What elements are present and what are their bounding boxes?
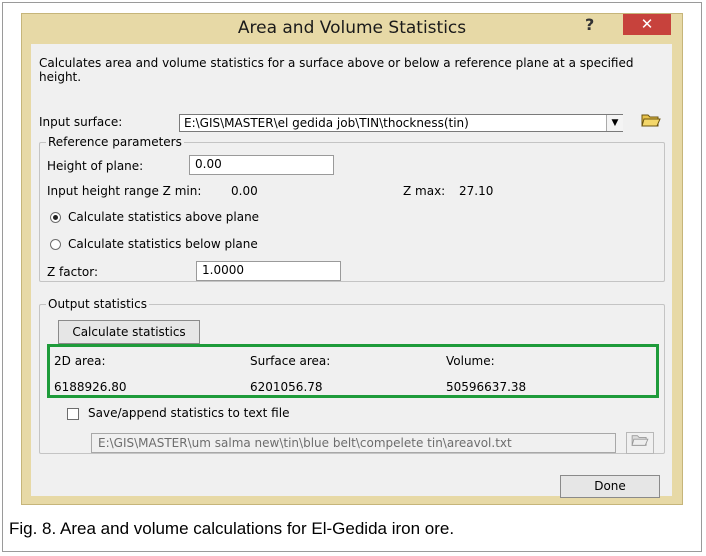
input-surface-value: E:\GIS\MASTER\el gedida job\TIN\thocknes… xyxy=(184,116,469,130)
folder-open-icon[interactable] xyxy=(640,112,662,132)
above-plane-label[interactable]: Calculate statistics above plane xyxy=(68,210,259,224)
z-factor-label: Z factor: xyxy=(47,265,99,279)
input-surface-dropdown[interactable]: E:\GIS\MASTER\el gedida job\TIN\thocknes… xyxy=(179,114,623,132)
dialog-body: Calculates area and volume statistics fo… xyxy=(31,44,672,498)
zmax-value: 27.10 xyxy=(459,184,494,198)
below-plane-label[interactable]: Calculate statistics below plane xyxy=(68,237,258,251)
height-of-plane-label: Height of plane: xyxy=(47,159,144,173)
z-factor-input[interactable]: 1.0000 xyxy=(196,261,341,281)
output-file-path-input[interactable]: E:\GIS\MASTER\um salma new\tin\blue belt… xyxy=(91,433,616,453)
close-button[interactable]: ✕ xyxy=(623,14,671,35)
reference-parameters-legend: Reference parameters xyxy=(46,135,184,149)
zmin-value: 0.00 xyxy=(231,184,258,198)
dialog-title: Area and Volume Statistics xyxy=(237,18,467,38)
folder-open-icon[interactable] xyxy=(626,432,654,454)
above-plane-radio[interactable] xyxy=(50,212,61,223)
zmax-label: Z max: xyxy=(403,184,446,198)
tool-description: Calculates area and volume statistics fo… xyxy=(39,56,634,84)
height-range-label: Input height range Z min: xyxy=(47,184,202,198)
calculate-statistics-button[interactable]: Calculate statistics xyxy=(58,320,200,344)
output-statistics-legend: Output statistics xyxy=(46,297,149,311)
below-plane-radio[interactable] xyxy=(50,239,61,250)
height-of-plane-input[interactable]: 0.00 xyxy=(189,155,334,175)
done-button[interactable]: Done xyxy=(560,475,660,498)
chevron-down-icon[interactable]: ▼ xyxy=(606,115,623,131)
save-statistics-label[interactable]: Save/append statistics to text file xyxy=(88,406,289,420)
help-button[interactable]: ? xyxy=(585,15,594,34)
results-highlight-box xyxy=(47,344,659,398)
figure-caption: Fig. 8. Area and volume calculations for… xyxy=(9,519,455,538)
save-statistics-checkbox[interactable] xyxy=(67,408,79,420)
area-volume-dialog: Area and Volume Statistics ? ✕ Calculate… xyxy=(22,14,682,504)
title-bar: Area and Volume Statistics ? ✕ xyxy=(22,14,682,42)
input-surface-label: Input surface: xyxy=(39,115,123,129)
